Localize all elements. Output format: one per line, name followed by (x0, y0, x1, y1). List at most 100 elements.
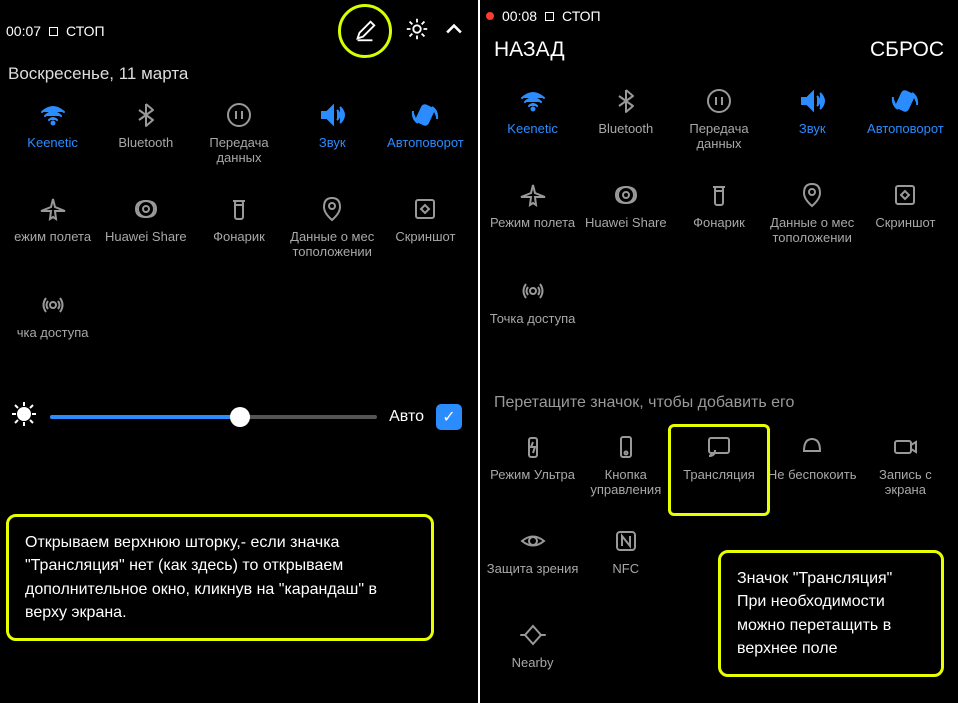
phone-left: 00:07 СТОП Воскресенье, 11 марта Keeneti… (0, 0, 478, 703)
tiles-row2: ежим полета Huawei Share ФонарикДанные о м… (6, 188, 472, 282)
tile-label: Keenetic (27, 136, 78, 151)
tile-flashlight[interactable]: Фонарик (672, 180, 765, 262)
tile-label: ежим полета (14, 230, 91, 245)
location-icon (317, 194, 347, 224)
tile-rotate[interactable]: Автоповорот (859, 86, 952, 168)
tile-data[interactable]: Передача данных (672, 86, 765, 168)
date: Воскресенье, 11 марта (6, 58, 472, 94)
tiles-row1: Keenetic Bluetooth Передача данных Звук Авто… (6, 94, 472, 188)
tile-label: Автоповорот (387, 136, 464, 151)
tile-label: Режим полета (490, 216, 575, 231)
sound-icon (797, 86, 827, 116)
tile-wifi[interactable]: Keenetic (486, 86, 579, 168)
dnd-icon (797, 432, 827, 462)
nav-back[interactable]: НАЗАД (494, 38, 565, 62)
brightness-slider[interactable] (50, 415, 377, 419)
callout-right: Значок "Трансляция" При необходимости мо… (718, 550, 944, 677)
tile-label: Режим Ультра (490, 468, 575, 483)
battery-icon (518, 432, 548, 462)
flashlight-icon (704, 180, 734, 210)
tile-label: Bluetooth (118, 136, 173, 151)
collapse-icon[interactable] (442, 17, 466, 46)
tile-hotspot[interactable]: Точка доступа (486, 276, 579, 358)
tile-bluetooth[interactable]: Bluetooth (579, 86, 672, 168)
tile-label: Не беспокоить (768, 468, 857, 483)
callout-left: Открываем верхнюю шторку,- если значка "… (6, 514, 434, 641)
tile-record[interactable]: Запись с экрана (859, 432, 952, 514)
time: 00:08 (502, 8, 537, 24)
bluetooth-icon (131, 100, 161, 130)
wifi-icon (38, 100, 68, 130)
sound-icon (317, 100, 347, 130)
tile-cast[interactable]: Трансляция (672, 432, 765, 514)
brightness-icon (10, 400, 38, 433)
nav-reset[interactable]: СБРОС (870, 38, 944, 62)
tile-flashlight[interactable]: Фонарик (192, 194, 285, 276)
tile-share[interactable]: Huawei Share (99, 194, 192, 276)
tile-location[interactable]: Данные о мес тоположении (286, 194, 379, 276)
brightness-row: Авто ✓ (6, 378, 472, 437)
tile-label: Автоповорот (867, 122, 944, 137)
tile-label: Huawei Share (105, 230, 187, 245)
tile-airplane[interactable]: Режим полета (486, 180, 579, 262)
stop-label: СТОП (66, 23, 105, 39)
tile-eye[interactable]: Защита зрения (486, 526, 579, 608)
data-icon (704, 86, 734, 116)
screenshot-icon (410, 194, 440, 224)
edit-button[interactable] (344, 10, 386, 52)
tile-label: NFC (612, 562, 639, 577)
tiles-row1: Keenetic BluetoothПередача данных Звук Авто… (486, 80, 952, 174)
tile-label: Nearby (512, 656, 554, 671)
tile-rotate[interactable]: Автоповорот (379, 100, 472, 182)
stop-label: СТОП (562, 8, 601, 24)
tile-airplane[interactable]: ежим полета (6, 194, 99, 276)
tile-wifi[interactable]: Keenetic (6, 100, 99, 182)
tile-sound[interactable]: Звук (286, 100, 379, 182)
rotate-icon (890, 86, 920, 116)
tile-screenshot[interactable]: Скриншот (859, 180, 952, 262)
tile-nearby[interactable]: Nearby (486, 620, 579, 702)
tile-screenshot[interactable]: Скриншот (379, 194, 472, 276)
tile-navbtn[interactable]: Кнопка управления (579, 432, 672, 514)
rotate-icon (410, 100, 440, 130)
tile-location[interactable]: Данные о мес тоположении (766, 180, 859, 262)
nearby-icon (518, 620, 548, 650)
tile-sound[interactable]: Звук (766, 86, 859, 168)
tile-label: Защита зрения (487, 562, 579, 577)
nfc-icon (611, 526, 641, 556)
drag-hint: Перетащите значок, чтобы добавить его (486, 364, 952, 426)
tile-dnd[interactable]: Не беспокоить (766, 432, 859, 514)
tile-battery[interactable]: Режим Ультра (486, 432, 579, 514)
airplane-icon (518, 180, 548, 210)
tile-bluetooth[interactable]: Bluetooth (99, 100, 192, 182)
tile-label: Скриншот (395, 230, 455, 245)
bluetooth-icon (611, 86, 641, 116)
tile-label: Huawei Share (585, 216, 667, 231)
tile-hotspot[interactable]: чка доступа (6, 290, 99, 372)
tiles-more1: Режим Ультра Кнопка управленияТрансляцияН… (486, 426, 952, 520)
share-icon (131, 194, 161, 224)
statusbar-right: 00:08 СТОП (486, 4, 952, 28)
tiles-row3: чка доступа (6, 284, 472, 378)
tile-data[interactable]: Передача данных (192, 100, 285, 182)
wifi-icon (518, 86, 548, 116)
stop-icon (49, 27, 58, 36)
screenshot-icon (890, 180, 920, 210)
tile-label: Звук (319, 136, 346, 151)
auto-checkbox[interactable]: ✓ (436, 404, 462, 430)
rec-dot (486, 12, 494, 20)
stop-icon (545, 12, 554, 21)
settings-icon[interactable] (404, 16, 430, 47)
tile-label: Передача данных (672, 122, 765, 152)
tiles-row3: Точка доступа (486, 270, 952, 364)
tile-label: чка доступа (17, 326, 89, 341)
tile-nfc[interactable]: NFC (579, 526, 672, 608)
tiles-row2: Режим полета Huawei Share ФонарикДанные о … (486, 174, 952, 268)
tile-share[interactable]: Huawei Share (579, 180, 672, 262)
tile-label: Звук (799, 122, 826, 137)
tile-label: Keenetic (507, 122, 558, 137)
tile-label: Данные о мес тоположении (286, 230, 379, 260)
navbtn-icon (611, 432, 641, 462)
flashlight-icon (224, 194, 254, 224)
auto-label: Авто (389, 408, 424, 426)
